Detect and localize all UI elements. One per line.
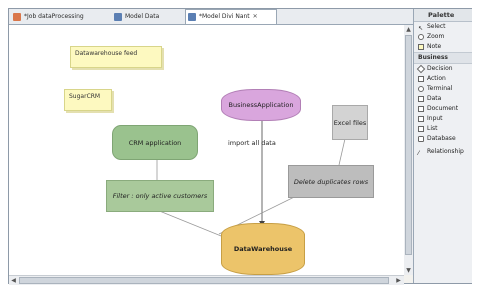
palette-panel: Palette ↖ Select Zoom Note Business Decis… bbox=[413, 9, 472, 283]
node-excel-files[interactable]: Excel files bbox=[332, 105, 368, 140]
tab-model-active[interactable]: *Model Divi Nant ✕ bbox=[185, 9, 277, 24]
node-crm-application[interactable]: CRM application bbox=[112, 125, 198, 160]
connections-layer bbox=[156, 115, 348, 241]
tab-model-data[interactable]: Model Data bbox=[112, 10, 182, 23]
palette-shape-data[interactable]: Data bbox=[414, 94, 472, 104]
palette-shape-input[interactable]: Input bbox=[414, 114, 472, 124]
note-datawarehouse-feed[interactable]: Datawarehouse feed bbox=[70, 46, 162, 68]
palette-connection-relationship[interactable]: ⁄ Relationship bbox=[414, 147, 472, 157]
palette-tool-note[interactable]: Note bbox=[414, 42, 472, 52]
palette-shape-list[interactable]: List bbox=[414, 124, 472, 134]
tab-job-dataprocessing[interactable]: *Job dataProcessing bbox=[11, 10, 109, 23]
palette-group-business[interactable]: Business bbox=[414, 52, 472, 64]
note-sugarcrm[interactable]: SugarCRM bbox=[64, 89, 112, 111]
node-filter-active-customers[interactable]: Filter : only active customers bbox=[106, 180, 214, 212]
node-business-application[interactable]: BusinessApplication bbox=[221, 89, 301, 121]
palette-shape-document[interactable]: Document bbox=[414, 104, 472, 114]
palette-shape-action[interactable]: Action bbox=[414, 74, 472, 84]
vertical-scrollbar[interactable]: ▲ ▼ bbox=[404, 25, 413, 275]
horizontal-scrollbar[interactable]: ◀ ▶ bbox=[9, 275, 404, 285]
vertical-scroll-thumb[interactable] bbox=[405, 35, 412, 255]
close-tab-icon[interactable]: ✕ bbox=[253, 13, 258, 20]
diagram-canvas[interactable]: Datawarehouse feed SugarCRM BusinessAppl… bbox=[9, 25, 405, 275]
palette-shape-decision[interactable]: Decision bbox=[414, 64, 472, 74]
palette-shape-database[interactable]: Database bbox=[414, 134, 472, 144]
editor-window: *Job dataProcessing Model Data *Model Di… bbox=[8, 8, 472, 285]
palette-title: Palette bbox=[414, 9, 472, 22]
scroll-up-icon[interactable]: ▲ bbox=[404, 25, 413, 34]
scroll-right-icon[interactable]: ▶ bbox=[394, 276, 403, 285]
horizontal-scroll-thumb[interactable] bbox=[19, 277, 389, 284]
connector-filter-dw bbox=[156, 209, 232, 241]
node-datawarehouse[interactable]: DataWarehouse bbox=[221, 223, 305, 275]
connection-label: import all data bbox=[228, 139, 276, 147]
scroll-left-icon[interactable]: ◀ bbox=[9, 276, 18, 285]
model-icon bbox=[188, 12, 196, 21]
editor-tab-bar: *Job dataProcessing Model Data *Model Di… bbox=[9, 9, 413, 25]
job-icon bbox=[13, 12, 21, 21]
model-icon bbox=[114, 12, 122, 21]
scroll-down-icon[interactable]: ▼ bbox=[404, 266, 413, 275]
palette-shape-terminal[interactable]: Terminal bbox=[414, 84, 472, 94]
node-delete-duplicates[interactable]: Delete duplicates rows bbox=[288, 165, 374, 198]
palette-tool-select[interactable]: ↖ Select bbox=[414, 22, 472, 32]
palette-tool-zoom[interactable]: Zoom bbox=[414, 32, 472, 42]
